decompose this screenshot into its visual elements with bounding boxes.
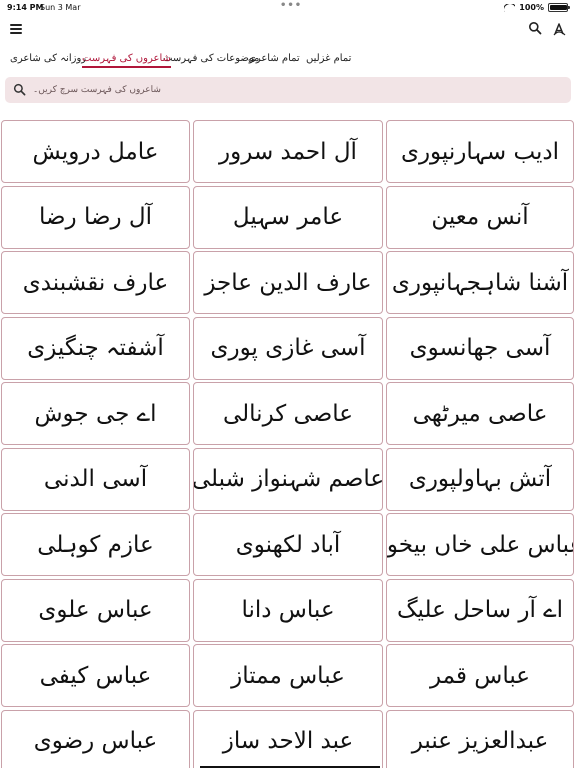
poet-name: عباس رضوی [33,728,158,754]
poet-name: عامل درویش [32,138,159,165]
poet-name: عبد الاحد ساز [222,728,354,754]
poet-name: اے آر ساحل علیگ [396,597,564,623]
hamburger-menu-icon[interactable] [10,24,22,34]
tab-topics-list[interactable]: موضوعات کی فہرست [163,50,259,68]
poet-name: عبدالعزیز عنبر [411,728,549,754]
poet-name: آشفتہ چنگیزی [27,335,164,361]
poet-card[interactable]: آتش بہاولپوری [386,447,574,511]
poet-card[interactable]: عبدالعزیز عنبر [386,709,574,768]
poet-card[interactable]: عاصی کرنالی [193,382,383,445]
poet-card[interactable]: عبد الاحد ساز [193,709,383,768]
poet-card[interactable]: عاصم شہنواز شبلی [193,447,383,511]
poet-card[interactable]: ادیب سہارنپوری [386,120,574,183]
poet-card[interactable]: عامل درویش [1,120,190,183]
poet-card[interactable]: آشفتہ چنگیزی [1,316,190,380]
poet-card[interactable]: آسی الدنی [1,447,190,511]
poet-name: عارف الدین عاجز [204,269,372,296]
poet-card[interactable]: عارف نقشبندی [1,251,190,314]
poet-card[interactable]: عباس ممتاز [193,644,383,707]
status-date: Sun 3 Mar [40,3,81,12]
poet-name: عامر سہیل [232,204,344,230]
poet-name: عباس قمر [429,662,531,689]
poet-name: عاصم شہنواز شبلی [193,466,383,492]
search-bar[interactable] [5,77,571,103]
poet-name: آتش بہاولپوری [408,466,552,492]
battery-fill [550,5,567,10]
status-right: 100% [504,3,570,12]
poet-row: عاصی میرٹھی عاصی کرنالی اے جی جوش [0,382,576,445]
poet-name: عباس علی خاں بیخود [386,531,574,558]
tab-poets-list[interactable]: شاعروں کی فہرست [82,50,171,68]
status-time: 9:14 PM [7,3,44,12]
poet-name: عباس دانا [241,597,335,623]
poet-card[interactable]: آنس معین [386,185,574,249]
poet-row: عباس قمر عباس ممتاز عباس کیفی [0,644,576,707]
tab-all-ghazals[interactable]: تمام غزلیں [306,50,351,68]
poet-name: آنس معین [431,204,529,230]
poet-card[interactable]: عباس علوی [1,578,190,642]
battery-percent: 100% [519,3,544,12]
wifi-icon [504,3,516,12]
battery-icon [548,3,570,12]
poet-name: آسی الدنی [43,466,148,492]
poet-card[interactable]: عباس کیفی [1,644,190,707]
poet-card[interactable]: آباد لکھنوی [193,513,383,576]
poet-card[interactable]: آل احمد سرور [193,120,383,183]
poet-card[interactable]: عباس علی خاں بیخود [386,513,574,576]
poet-name: آباد لکھنوی [235,531,341,558]
poet-card[interactable]: عباس رضوی [1,709,190,768]
search-input[interactable] [33,80,563,100]
poet-card[interactable]: عاصی میرٹھی [386,382,574,445]
poet-card[interactable]: اے آر ساحل علیگ [386,578,574,642]
poet-row: آسی جھانسوی آسی غازی پوری آشفتہ چنگیزی [0,316,576,380]
poet-card[interactable]: عازم کوہلی [1,513,190,576]
poet-name: آل احمد سرور [219,138,357,165]
poet-name: ادیب سہارنپوری [400,138,560,165]
poet-name: عازم کوہلی [37,531,154,558]
poet-name: عارف نقشبندی [22,269,169,296]
status-bar: 9:14 PM Sun 3 Mar ••• 100% [0,0,576,14]
multitasking-dots[interactable]: ••• [280,0,302,11]
poet-row: آتش بہاولپوری عاصم شہنواز شبلی آسی الدنی [0,447,576,511]
poet-name: عاصی میرٹھی [412,400,548,427]
poet-name: عباس کیفی [39,662,152,689]
poet-card[interactable]: عباس قمر [386,644,574,707]
poet-card[interactable]: آشنا شاہجہانپوری [386,251,574,314]
poet-row: آنس معین عامر سہیل آل رضا رضا [0,185,576,249]
poet-row: آشنا شاہجہانپوری عارف الدین عاجز عارف نقشب… [0,251,576,314]
poet-name: آسی غازی پوری [210,335,366,361]
top-bar [0,18,576,42]
poet-name: آل رضا رضا [38,204,152,230]
poet-name: آشنا شاہجہانپوری [391,269,569,296]
search-icon[interactable] [528,21,542,35]
poet-card[interactable]: آل رضا رضا [1,185,190,249]
poet-row: عبدالعزیز عنبر عبد الاحد ساز عباس رضوی [0,709,576,768]
poet-name: عباس علوی [38,597,153,623]
poet-name: آسی جھانسوی [409,335,551,361]
tab-bar: تمام غزلیں تمام شاعری موضوعات کی فہرست ش… [0,50,576,72]
poet-card[interactable]: عامر سہیل [193,185,383,249]
poet-row: ادیب سہارنپوری آل احمد سرور عامل درویش [0,120,576,183]
poet-name: اے جی جوش [34,400,157,427]
selection-underline [200,765,380,768]
tab-daily-poetry[interactable]: روزانہ کی شاعری [10,50,86,68]
poet-card[interactable]: آسی غازی پوری [193,316,383,380]
poet-row: عباس علی خاں بیخود آباد لکھنوی عازم کوہلی [0,513,576,576]
search-icon [13,83,26,96]
poet-card[interactable]: اے جی جوش [1,382,190,445]
poet-name: عباس ممتاز [231,662,345,689]
poet-row: اے آر ساحل علیگ عباس دانا عباس علوی [0,578,576,642]
poet-card[interactable]: آسی جھانسوی [386,316,574,380]
poet-card[interactable]: عباس دانا [193,578,383,642]
poet-card[interactable]: عارف الدین عاجز [193,251,383,314]
poet-name: عاصی کرنالی [223,400,353,427]
font-settings-icon[interactable] [551,21,567,37]
